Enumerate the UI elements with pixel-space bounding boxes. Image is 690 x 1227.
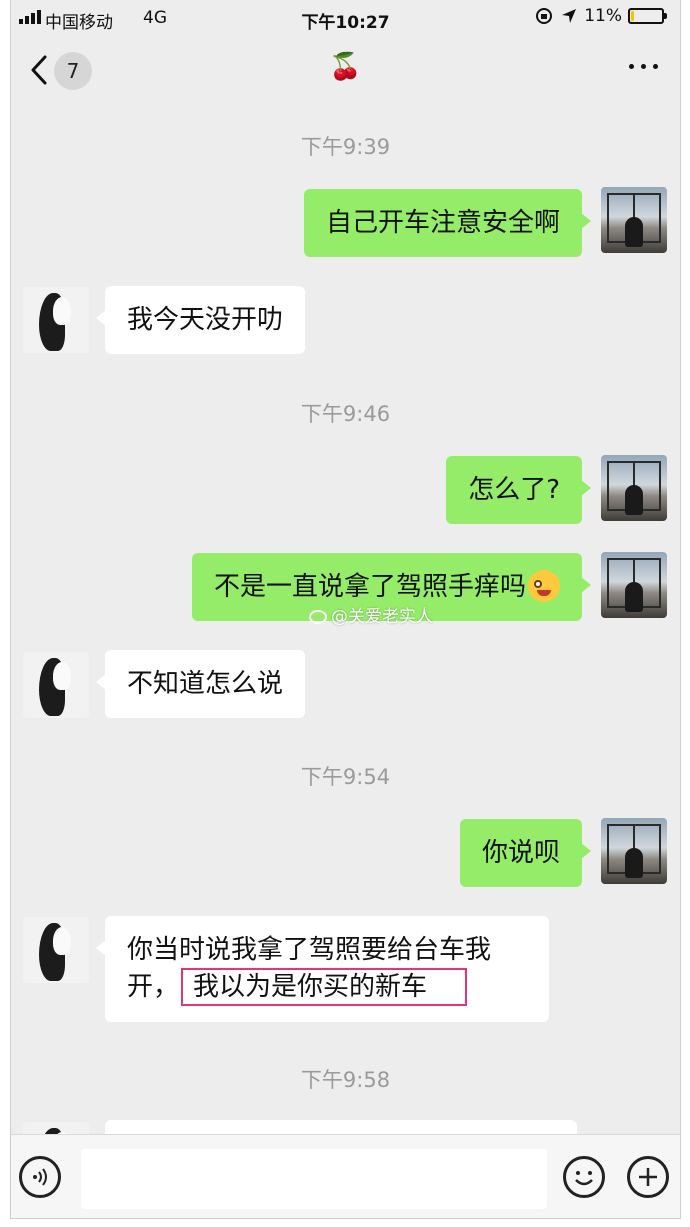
received-message[interactable]: 不知道怎么说	[95, 650, 306, 718]
my-avatar[interactable]	[601, 455, 667, 521]
input-bar	[11, 1134, 680, 1218]
location-icon	[562, 9, 577, 23]
sent-message[interactable]: 怎么了?	[446, 456, 591, 524]
battery-icon	[628, 8, 667, 24]
weibo-logo-icon	[309, 610, 327, 624]
sent-message[interactable]: 你说呗	[459, 819, 592, 887]
message-timestamp: 下午9:46	[300, 402, 391, 426]
received-message[interactable]: 你当时说我拿了驾照要给台车我开， 我以为是你买的新车	[96, 916, 549, 1022]
status-right: 11%	[534, 6, 667, 26]
message-timestamp: 下午9:39	[300, 135, 391, 159]
chat-screen: 中国移动 4G 下午10:27 11% 7 🍒 下午9:39 自己开车注意安全啊…	[10, 0, 681, 1219]
contact-avatar[interactable]	[23, 287, 89, 353]
message-timestamp: 下午9:54	[300, 765, 391, 789]
my-avatar[interactable]	[601, 818, 667, 884]
message-text: 不是一直说拿了驾照手痒吗	[213, 572, 526, 602]
contact-avatar[interactable]	[23, 917, 89, 983]
voice-icon[interactable]	[19, 1156, 61, 1198]
message-input[interactable]	[81, 1149, 547, 1209]
plus-icon[interactable]	[627, 1156, 669, 1198]
smiling-face-emoji-icon	[528, 569, 560, 602]
my-avatar[interactable]	[601, 552, 667, 618]
more-dots-icon[interactable]	[629, 64, 658, 69]
chat-title: 🍒	[329, 52, 362, 82]
sent-message[interactable]: 自己开车注意安全啊	[303, 189, 592, 257]
emoji-icon[interactable]	[563, 1156, 605, 1198]
lock-rotation-icon	[536, 8, 553, 24]
status-bar: 中国移动 4G 下午10:27 11%	[11, 0, 680, 36]
my-avatar[interactable]	[601, 187, 667, 253]
battery-percent: 11%	[584, 6, 622, 26]
nav-bar: 7 🍒	[11, 38, 680, 108]
watermark: @关爱老实人	[309, 602, 433, 627]
received-message[interactable]: 我今天没开叻	[95, 286, 306, 354]
message-timestamp: 下午9:58	[300, 1068, 391, 1092]
highlighted-text: 我以为是你买的新车	[181, 968, 468, 1006]
contact-avatar[interactable]	[23, 652, 89, 718]
